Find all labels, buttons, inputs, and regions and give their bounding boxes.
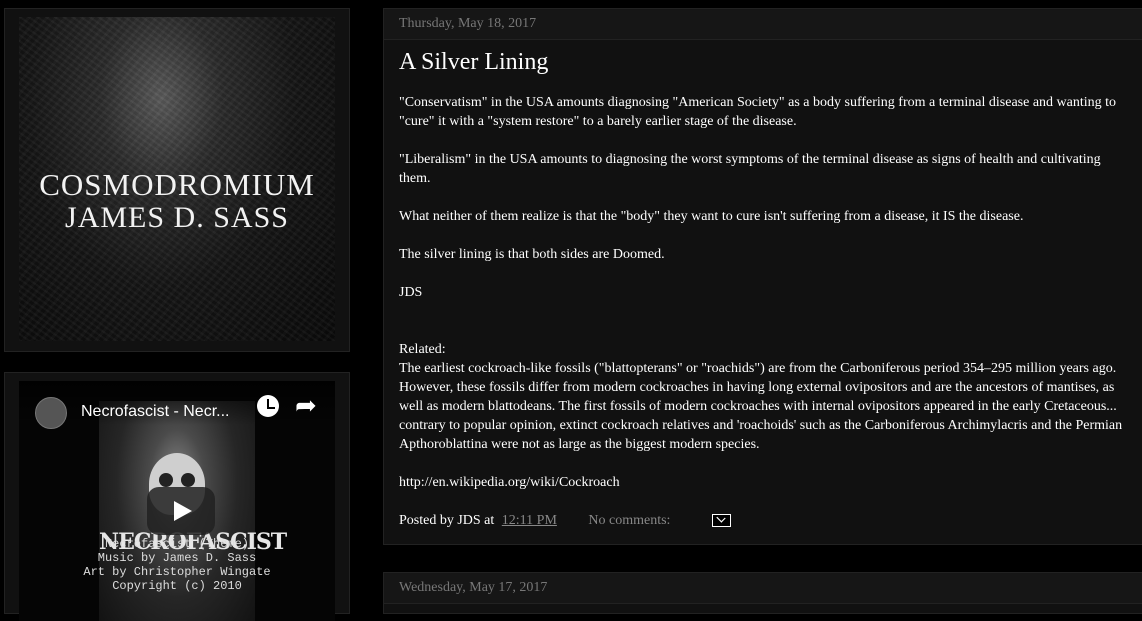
blog-post: Wednesday, May 17, 2017 [383,572,1142,614]
comments-link[interactable]: No comments: [588,513,670,528]
related-link[interactable]: http://en.wikipedia.org/wiki/Cockroach [399,473,1129,492]
blog-post: Thursday, May 18, 2017 A Silver Lining "… [383,8,1142,545]
post-paragraph: "Conservatism" in the USA amounts diagno… [399,95,1117,129]
credit-line: Necrofascist (Theme) [104,537,250,551]
post-body: "Conservatism" in the USA amounts diagno… [399,93,1129,511]
post-paragraph: "Liberalism" in the USA amounts to diagn… [399,152,1101,186]
post-title[interactable]: A Silver Lining [399,49,548,76]
video-title[interactable]: Necrofascist - Necr... [81,403,229,421]
blog-author: JAMES D. SASS [65,201,289,234]
posted-by: Posted by JDS at [399,513,495,528]
youtube-embed[interactable]: NECROFASCIST Necrofascist - Necr... ➦ Ne… [19,381,335,621]
watch-later-icon[interactable] [257,395,279,417]
video-widget: NECROFASCIST Necrofascist - Necr... ➦ Ne… [4,372,350,621]
related-heading: Related: [399,342,446,357]
post-timestamp[interactable]: 12:11 PM [502,513,557,528]
post-footer: Posted by JDS at 12:11 PM No comments: [399,513,731,529]
header-image[interactable]: COSMODROMIUM JAMES D. SASS [19,17,335,341]
credit-line: Art by Christopher Wingate [83,565,271,579]
post-date: Wednesday, May 17, 2017 [384,573,1142,604]
post-date: Thursday, May 18, 2017 [384,9,1142,40]
blog-title: COSMODROMIUM [39,167,315,202]
post-paragraph: What neither of them realize is that the… [399,209,1024,224]
credit-line: Music by James D. Sass [97,551,257,565]
header-widget: COSMODROMIUM JAMES D. SASS [4,8,350,352]
email-post-icon[interactable] [711,514,731,528]
video-credits: Necrofascist (Theme) Music by James D. S… [19,537,335,593]
post-paragraph: The silver lining is that both sides are… [399,247,665,262]
post-paragraph: The earliest cockroach-like fossils ("bl… [399,361,1123,452]
play-button[interactable] [147,487,215,535]
channel-avatar[interactable] [35,397,67,429]
share-icon[interactable]: ➦ [295,391,317,421]
post-signature: JDS [399,285,423,300]
credit-line: Copyright (c) 2010 [112,579,242,593]
